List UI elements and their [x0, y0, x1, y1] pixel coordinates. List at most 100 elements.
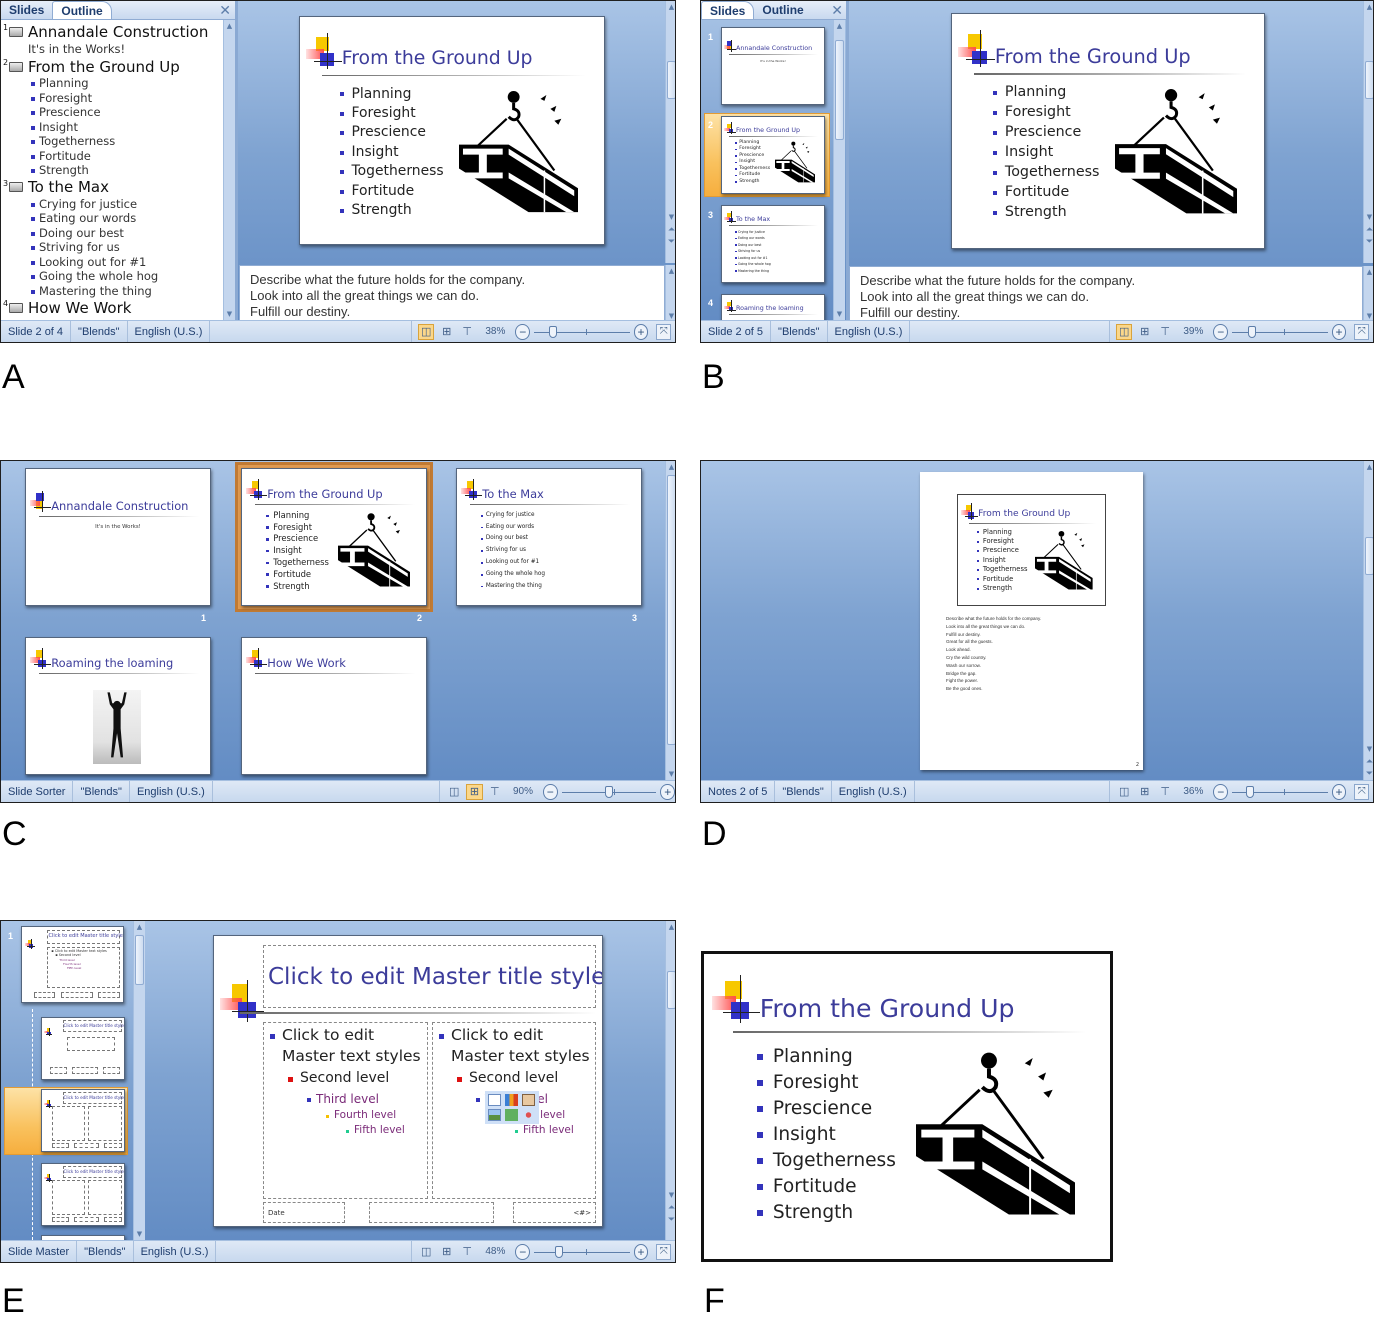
fit-to-window-button[interactable]: ⤧: [656, 323, 672, 340]
slide-show-view-button[interactable]: ⊤: [487, 784, 503, 800]
master-thumbnails-scrollbar[interactable]: ▲ ▼: [133, 921, 145, 1240]
tab-slides[interactable]: Slides: [701, 1, 755, 19]
slide-show-view-button[interactable]: ⊤: [459, 1244, 475, 1260]
slide-main[interactable]: From the Ground Up Planning Foresight Presc…: [951, 13, 1265, 249]
close-pane-icon[interactable]: ✕: [831, 2, 843, 19]
zoom-out-button[interactable]: −: [515, 1243, 531, 1260]
tab-outline[interactable]: Outline: [754, 1, 811, 19]
normal-view-button[interactable]: ◫: [446, 784, 462, 800]
slide-scrollbar[interactable]: ▲ ▼ ⏶ ⏷: [665, 921, 675, 1240]
zoom-out-button[interactable]: −: [1213, 323, 1229, 340]
insert-media-icon[interactable]: [522, 1109, 535, 1121]
sorter-slide-5[interactable]: How We Work: [241, 637, 427, 775]
pane-splitter[interactable]: [235, 1, 238, 320]
content-placeholder-right[interactable]: Click to edit Master text styles Second l…: [432, 1022, 596, 1199]
fit-to-window-button[interactable]: ⤧: [1354, 783, 1370, 800]
previous-slide-icon[interactable]: ⏶: [1364, 225, 1373, 235]
notes-scrollbar[interactable]: ▲ ▼: [665, 265, 675, 322]
sorter-scrollbar[interactable]: ▲ ▼: [665, 461, 675, 780]
outline-slide-4[interactable]: 4 How We Work: [3, 298, 223, 317]
tab-slides[interactable]: Slides: [1, 1, 52, 19]
footer-placeholder[interactable]: [369, 1202, 494, 1223]
zoom-slider[interactable]: [1232, 324, 1328, 340]
insert-clipart-icon[interactable]: [505, 1109, 518, 1121]
slide-thumbnails-pane[interactable]: 1 2 3 4 Annandale Construction It's in th…: [701, 20, 835, 342]
thumbnail-slide-3[interactable]: To the Max Crying for justice Eating our w…: [721, 205, 825, 283]
normal-view-button[interactable]: ◫: [1116, 784, 1132, 800]
outline-slide-3[interactable]: 3 To the Max: [3, 178, 223, 197]
slide-show-view-button[interactable]: ⊤: [1157, 324, 1173, 340]
normal-view-button[interactable]: ◫: [418, 323, 435, 340]
notes-pane[interactable]: Describe what the future holds for the c…: [239, 265, 665, 322]
zoom-level[interactable]: 39%: [1177, 326, 1209, 337]
sorter-slide-2[interactable]: From the Ground Up Planning Foresight Presc…: [241, 468, 427, 606]
zoom-in-button[interactable]: +: [1331, 783, 1347, 800]
slide-show-view-button[interactable]: ⊤: [459, 324, 475, 340]
layout-thumbnail-comparison[interactable]: Click to edit Master title style: [41, 1163, 125, 1226]
master-thumbnails-pane[interactable]: 1 Click to edit Master title style ▪ Clic…: [1, 921, 135, 1262]
outline-scrollbar[interactable]: ▲ ▼: [223, 20, 235, 320]
notes-slide-image[interactable]: From the Ground Up Planning Foresight Presc…: [957, 494, 1106, 606]
slide-show-view-button[interactable]: ⊤: [1157, 784, 1173, 800]
insert-smartart-icon[interactable]: [522, 1094, 535, 1106]
zoom-in-button[interactable]: +: [633, 323, 649, 340]
status-language[interactable]: English (U.S.): [128, 321, 211, 342]
outline-slide-2[interactable]: 2 From the Ground Up: [3, 57, 223, 76]
zoom-level[interactable]: 48%: [479, 1246, 511, 1257]
next-slide-icon[interactable]: ⏷: [666, 1215, 675, 1225]
master-thumbnail[interactable]: Click to edit Master title style ▪ Click …: [21, 926, 124, 1003]
insert-picture-icon[interactable]: [488, 1109, 501, 1121]
normal-view-button[interactable]: ◫: [418, 1244, 434, 1260]
previous-slide-icon[interactable]: ⏶: [666, 225, 675, 235]
next-slide-icon[interactable]: ⏷: [1364, 237, 1373, 247]
zoom-slider-thumb[interactable]: [1246, 785, 1255, 798]
notes-pane[interactable]: Describe what the future holds for the c…: [849, 266, 1363, 322]
insert-chart-icon[interactable]: [505, 1094, 518, 1106]
zoom-slider-thumb[interactable]: [554, 1245, 563, 1258]
slide-main[interactable]: From the Ground Up Planning Foresight Presc…: [299, 16, 605, 245]
insert-table-icon[interactable]: [488, 1094, 501, 1106]
zoom-slider[interactable]: [1232, 784, 1328, 800]
title-placeholder[interactable]: Click to edit Master title style: [263, 945, 602, 1008]
layout-thumbnail-two-content[interactable]: Click to edit Master title style: [41, 1089, 125, 1152]
previous-page-icon[interactable]: ⏶: [1364, 757, 1373, 767]
slide-scrollbar[interactable]: ▲ ▼ ⏶ ⏷: [1363, 1, 1373, 263]
thumbnails-scrollbar[interactable]: ▲ ▼: [833, 20, 845, 320]
zoom-slider[interactable]: [534, 1244, 630, 1260]
content-placeholder-left[interactable]: Click to edit Master text styles Second l…: [263, 1022, 428, 1199]
zoom-level[interactable]: 90%: [507, 786, 539, 797]
slide-scrollbar[interactable]: ▲ ▼ ⏶ ⏷: [665, 1, 675, 263]
slide-sorter-view-button[interactable]: ⊞: [1136, 324, 1152, 340]
layout-thumbnail-title[interactable]: Click to edit Master title style: [41, 1017, 125, 1080]
slide-sorter-view-button[interactable]: ⊞: [466, 783, 483, 800]
sorter-slide-1[interactable]: Annandale Construction It's in the Works!: [25, 468, 211, 606]
status-language[interactable]: English (U.S.): [832, 781, 915, 802]
status-language[interactable]: English (U.S.): [828, 321, 911, 342]
sorter-slide-4[interactable]: Roaming the loaming: [25, 637, 211, 775]
zoom-level[interactable]: 38%: [479, 326, 511, 337]
status-language[interactable]: English (U.S.): [130, 781, 213, 802]
slide-show-slide[interactable]: From the Ground Up Planning Foresight Presc…: [704, 954, 1110, 1259]
notes-scrollbar[interactable]: ▲ ▼: [1363, 266, 1373, 322]
zoom-in-button[interactable]: +: [1331, 323, 1347, 340]
outline-slide-1[interactable]: 1 Annandale Construction: [3, 22, 223, 41]
thumbnail-slide-2[interactable]: From the Ground Up Planning Foresight Presc…: [721, 116, 825, 194]
close-pane-icon[interactable]: ✕: [219, 2, 231, 19]
zoom-slider-thumb[interactable]: [1247, 325, 1256, 338]
notes-page[interactable]: From the Ground Up Planning Foresight Presc…: [920, 472, 1143, 770]
slide-sorter-view-button[interactable]: ⊞: [438, 1244, 454, 1260]
zoom-slider-thumb[interactable]: [549, 325, 558, 338]
master-layout-slide[interactable]: Click to edit Master title style Click t…: [213, 935, 603, 1227]
fit-to-window-button[interactable]: ⤧: [1354, 323, 1370, 340]
zoom-slider[interactable]: [534, 324, 630, 340]
notes-page-scrollbar[interactable]: ▲ ▼ ⏶ ⏷: [1363, 461, 1373, 780]
zoom-out-button[interactable]: −: [543, 783, 558, 800]
fit-to-window-button[interactable]: ⤧: [656, 1243, 672, 1260]
tab-outline[interactable]: Outline: [52, 1, 112, 19]
slide-sorter-view-button[interactable]: ⊞: [438, 324, 454, 340]
zoom-level[interactable]: 36%: [1177, 786, 1209, 797]
status-language[interactable]: English (U.S.): [134, 1241, 217, 1262]
previous-slide-icon[interactable]: ⏶: [666, 1203, 675, 1213]
zoom-slider[interactable]: [561, 784, 657, 800]
zoom-out-button[interactable]: −: [1213, 783, 1229, 800]
